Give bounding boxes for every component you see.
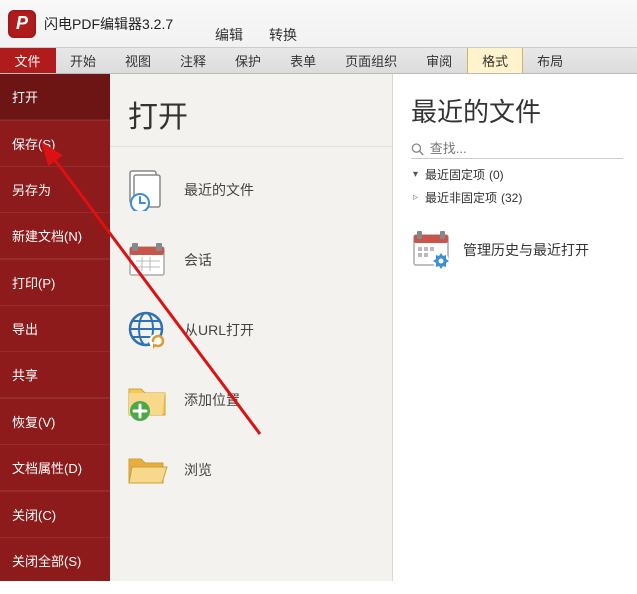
ribbon-tab-annotate[interactable]: 注释	[166, 48, 221, 73]
chevron-right-icon: ▹	[413, 192, 425, 203]
ribbon-tab-review[interactable]: 审阅	[412, 48, 467, 73]
open-item-session[interactable]: 会话	[110, 225, 392, 295]
open-item-label: 会话	[184, 250, 212, 270]
sidebar-item-save-as[interactable]: 另存为	[0, 167, 110, 213]
open-item-label: 从URL打开	[184, 320, 254, 340]
sidebar-item-export[interactable]: 导出	[0, 306, 110, 352]
unpinned-count: (32)	[501, 191, 522, 205]
folder-open-icon	[126, 449, 168, 491]
recent-panel: 最近的文件 ▾ 最近固定项 (0) ▹ 最近非固定项 (32)	[393, 74, 637, 581]
calendar-gear-icon	[411, 229, 453, 271]
sidebar-item-print[interactable]: 打印(P)	[0, 260, 110, 306]
ribbon-tab-start[interactable]: 开始	[56, 48, 111, 73]
main: 打开 保存(S) 另存为 新建文档(N) 打印(P) 导出 共享 恢复(V) 文…	[0, 74, 637, 581]
ribbon: 文件 开始 视图 注释 保护 表单 页面组织 审阅 格式 布局	[0, 47, 637, 74]
folder-plus-icon	[126, 379, 168, 421]
recent-files-icon	[126, 169, 168, 211]
mode-tabs: 编辑 转换	[210, 22, 302, 48]
sidebar-item-new-doc[interactable]: 新建文档(N)	[0, 213, 110, 259]
search-icon	[411, 142, 424, 156]
mode-tab-edit[interactable]: 编辑	[210, 22, 248, 48]
open-item-browse[interactable]: 浏览	[110, 435, 392, 505]
sidebar-item-restore[interactable]: 恢复(V)	[0, 399, 110, 445]
sidebar-item-save[interactable]: 保存(S)	[0, 121, 110, 167]
search-input[interactable]	[430, 141, 623, 156]
pinned-row[interactable]: ▾ 最近固定项 (0)	[411, 163, 623, 186]
ribbon-tab-form[interactable]: 表单	[276, 48, 331, 73]
ribbon-tab-file[interactable]: 文件	[0, 48, 56, 73]
unpinned-label: 最近非固定项	[425, 189, 497, 206]
open-panel: 打开 最近的文件	[110, 74, 393, 581]
open-item-recent-files[interactable]: 最近的文件	[110, 155, 392, 225]
open-list: 最近的文件 会话	[110, 147, 392, 513]
ribbon-tab-layout[interactable]: 布局	[523, 48, 578, 73]
sidebar-item-doc-props[interactable]: 文档属性(D)	[0, 445, 110, 491]
search-row	[411, 141, 623, 159]
pinned-count: (0)	[489, 168, 504, 182]
unpinned-row[interactable]: ▹ 最近非固定项 (32)	[411, 186, 623, 209]
open-item-label: 最近的文件	[184, 180, 254, 200]
ribbon-tab-protect[interactable]: 保护	[221, 48, 276, 73]
manage-history-label: 管理历史与最近打开	[463, 240, 589, 260]
open-item-from-url[interactable]: 从URL打开	[110, 295, 392, 365]
open-item-add-location[interactable]: 添加位置	[110, 365, 392, 435]
sidebar-item-close-all[interactable]: 关闭全部(S)	[0, 538, 110, 581]
open-panel-title: 打开	[110, 74, 392, 147]
sidebar-item-share[interactable]: 共享	[0, 352, 110, 398]
app-icon: P	[8, 10, 36, 38]
globe-icon	[126, 309, 168, 351]
ribbon-tab-view[interactable]: 视图	[111, 48, 166, 73]
file-sidebar: 打开 保存(S) 另存为 新建文档(N) 打印(P) 导出 共享 恢复(V) 文…	[0, 74, 110, 581]
titlebar: P 闪电PDF编辑器3.2.7 编辑 转换	[0, 0, 637, 47]
open-item-label: 浏览	[184, 460, 212, 480]
ribbon-tab-format[interactable]: 格式	[467, 48, 523, 73]
session-icon	[126, 239, 168, 281]
open-item-label: 添加位置	[184, 390, 240, 410]
recent-panel-title: 最近的文件	[411, 92, 623, 129]
sidebar-item-close[interactable]: 关闭(C)	[0, 492, 110, 538]
sidebar-item-open[interactable]: 打开	[0, 74, 110, 120]
ribbon-tab-page-org[interactable]: 页面组织	[331, 48, 412, 73]
manage-history-row[interactable]: 管理历史与最近打开	[411, 229, 623, 271]
mode-tab-convert[interactable]: 转换	[264, 22, 302, 48]
pinned-label: 最近固定项	[425, 166, 485, 183]
chevron-down-icon: ▾	[413, 169, 425, 180]
app-title: 闪电PDF编辑器3.2.7	[44, 14, 173, 34]
